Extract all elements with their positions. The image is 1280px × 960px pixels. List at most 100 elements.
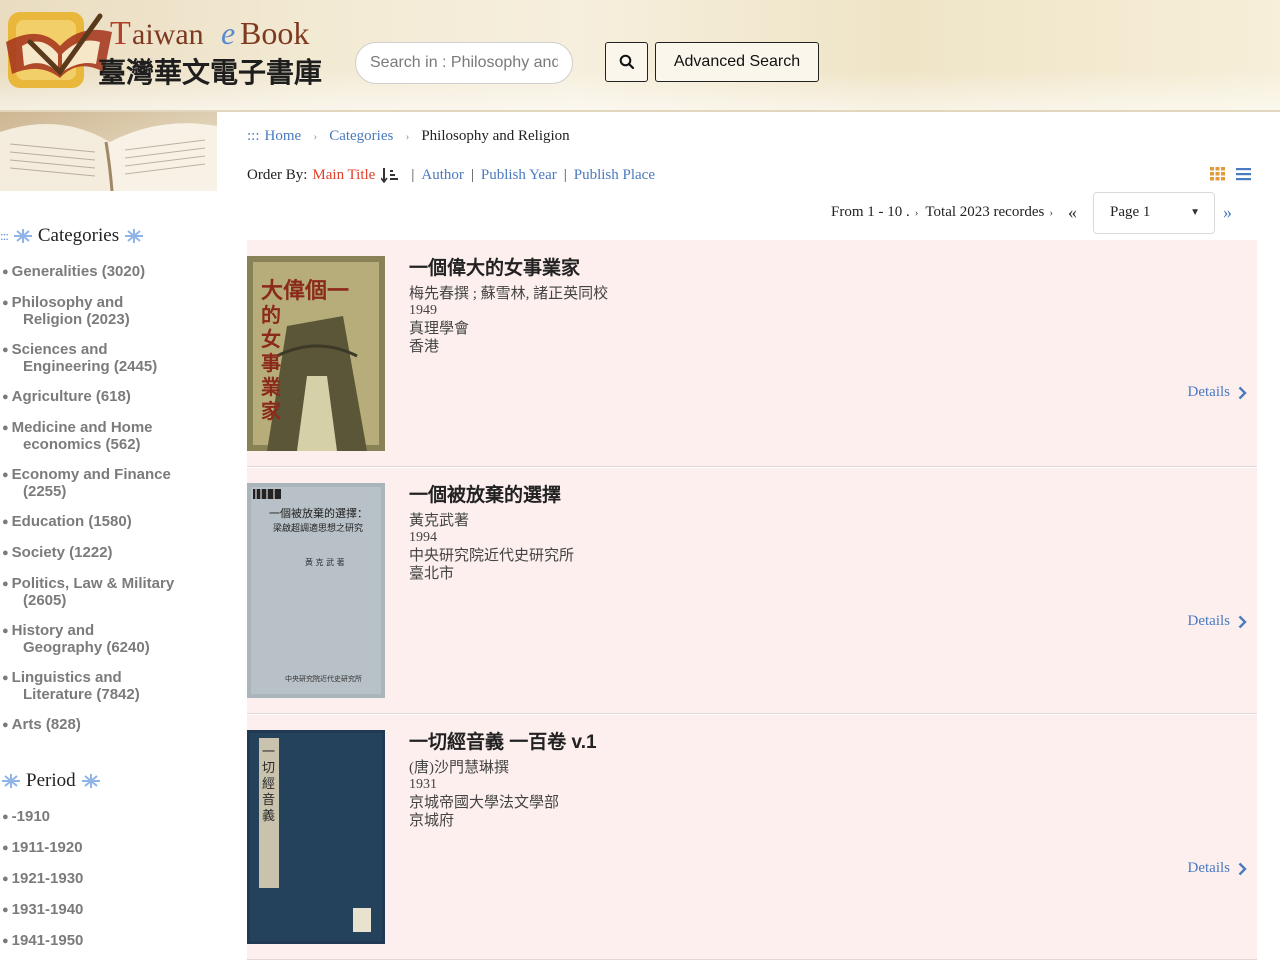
chevron-right-icon: › — [1049, 206, 1053, 219]
order-by-bar: Order By: Main Title | Author | Publish … — [247, 165, 655, 185]
category-item-philosophy-religion[interactable]: ● Philosophy and Religion (2023) — [2, 295, 202, 328]
result-year: 1931 — [409, 777, 437, 792]
svg-text:大偉個一: 大偉個一 — [261, 278, 349, 304]
book-cover-image[interactable]: 大偉個一 的女事 業家 — [247, 256, 385, 451]
category-item-linguistics-literature[interactable]: ● Linguistics and Literature (7842) — [2, 670, 202, 703]
category-item-politics-law-military[interactable]: ● Politics, Law & Military (2605) — [2, 576, 202, 609]
period-heading: Period — [0, 768, 102, 794]
result-title[interactable]: 一切經音義 一百卷 v.1 — [409, 727, 597, 754]
flourish-right-icon — [125, 229, 144, 243]
chevron-right-icon — [1238, 615, 1247, 628]
result-year: 1949 — [409, 303, 437, 318]
result-title[interactable]: 一個被放棄的選擇 — [409, 480, 561, 507]
order-by-label: Order By: — [247, 166, 308, 183]
sort-author[interactable]: Author — [421, 167, 464, 184]
svg-text:梁啟超調適思想之研究: 梁啟超調適思想之研究 — [273, 522, 363, 534]
result-author: (唐)沙門慧琳撰 — [409, 760, 509, 776]
details-label: Details — [1187, 860, 1231, 876]
svg-text:音: 音 — [262, 792, 275, 808]
result-author: 黃克武著 — [409, 513, 470, 529]
category-item-medicine-home-economics[interactable]: ● Medicine and Home economics (562) — [2, 420, 202, 453]
breadcrumb: ::: Home › Categories › Philosophy and R… — [247, 127, 570, 145]
site-header: T aiwan e Book 臺灣華文電子書庫 Advanced Search — [0, 0, 1280, 112]
range-text: From 1 - 10 . — [830, 204, 910, 220]
svg-text:aiwan: aiwan — [132, 18, 204, 51]
category-item-arts[interactable]: ● Arts (828) — [2, 717, 202, 734]
divider: | — [411, 166, 415, 183]
svg-text:義: 義 — [262, 808, 275, 824]
chevron-right-icon — [1238, 386, 1247, 399]
period-item[interactable]: ● 1941-1950 — [2, 933, 202, 950]
pagination: From 1 - 10 . › Total 2023 recordes › « … — [830, 191, 1232, 234]
period-item[interactable]: ● 1911-1920 — [2, 840, 202, 857]
result-item: 大偉個一 的女事 業家 一個偉大的女事業家 梅先春撰 ; 蘇雪林, 諸正英同校 … — [247, 240, 1257, 467]
result-publisher: 京城帝國大學法文學部 — [409, 795, 560, 811]
result-publisher: 真理學會 — [409, 321, 470, 337]
flourish-left-icon — [2, 774, 20, 788]
category-item-generalities[interactable]: ● Generalities (3020) — [2, 264, 202, 281]
period-item[interactable]: ● -1910 — [2, 809, 202, 826]
divider: | — [563, 166, 567, 183]
search-input[interactable] — [355, 42, 573, 84]
svg-text:中央研究院近代史研究所: 中央研究院近代史研究所 — [285, 674, 362, 683]
open-book-image — [0, 112, 217, 191]
svg-text:事: 事 — [261, 351, 281, 375]
breadcrumb-home[interactable]: Home — [265, 128, 302, 145]
details-link[interactable]: Details — [1188, 613, 1248, 630]
chevron-right-icon: › — [914, 206, 919, 219]
category-item-agriculture[interactable]: ● Agriculture (618) — [2, 389, 202, 406]
svg-text:切: 切 — [262, 761, 275, 776]
svg-text:經: 經 — [262, 777, 275, 792]
taiwan-ebook-logo[interactable]: T aiwan e Book 臺灣華文電子書庫 — [0, 2, 330, 96]
details-link[interactable]: Details — [1188, 384, 1248, 401]
result-place: 香港 — [409, 339, 440, 355]
flourish-right-icon — [81, 774, 100, 788]
period-item[interactable]: ● 1921-1930 — [2, 871, 202, 888]
book-cover-image[interactable]: 一個被放棄的選擇： 梁啟超調適思想之研究 黃 克 武 著 中央研究院近代史研究所 — [247, 483, 385, 698]
period-heading-text: Period — [26, 770, 76, 791]
dots-icon: ::: — [0, 228, 9, 243]
book-cover-image[interactable]: 一切經 音義 — [247, 730, 385, 944]
result-publisher: 中央研究院近代史研究所 — [409, 548, 575, 564]
chevron-right-icon: › — [313, 128, 318, 143]
svg-text:e: e — [221, 15, 235, 51]
svg-text:家: 家 — [261, 399, 282, 423]
sort-publish-year[interactable]: Publish Year — [481, 167, 557, 184]
total-text: Total 2023 recordes — [925, 204, 1045, 220]
result-title[interactable]: 一個偉大的女事業家 — [409, 253, 580, 280]
sort-main-title[interactable]: Main Title — [312, 167, 375, 184]
caret-down-icon: ▼ — [1190, 207, 1200, 218]
details-link[interactable]: Details — [1188, 860, 1248, 877]
categories-heading-text: Categories — [37, 225, 120, 246]
list-view-icon[interactable] — [1236, 167, 1251, 181]
page-select-value: Page 1 — [1110, 204, 1151, 220]
category-item-society[interactable]: ● Society (1222) — [2, 545, 202, 562]
result-author: 梅先春撰 ; 蘇雪林, 諸正英同校 — [409, 286, 609, 302]
first-page-icon[interactable]: « — [1068, 202, 1077, 223]
search-button[interactable] — [605, 42, 648, 82]
advanced-search-button[interactable]: Advanced Search — [655, 42, 819, 82]
category-item-history-geography[interactable]: ● History and Geography (6240) — [2, 623, 202, 656]
details-label: Details — [1187, 384, 1231, 400]
result-place: 臺北市 — [409, 566, 455, 582]
svg-text:的: 的 — [261, 303, 281, 327]
result-item: 一個被放棄的選擇： 梁啟超調適思想之研究 黃 克 武 著 中央研究院近代史研究所… — [247, 468, 1257, 714]
breadcrumb-categories[interactable]: Categories — [329, 128, 393, 145]
result-year: 1994 — [409, 530, 437, 545]
last-page-icon[interactable]: » — [1223, 202, 1232, 223]
categories-heading: ::: Categories — [0, 223, 145, 249]
sort-publish-place[interactable]: Publish Place — [574, 167, 655, 184]
category-item-economy-finance[interactable]: ● Economy and Finance (2255) — [2, 467, 202, 500]
page-select[interactable]: Page 1 ▼ — [1093, 191, 1215, 234]
details-label: Details — [1187, 613, 1231, 629]
result-item: 一切經 音義 一切經音義 一百卷 v.1 (唐)沙門慧琳撰 1931 京城帝國大… — [247, 715, 1257, 960]
grid-view-icon[interactable] — [1210, 167, 1225, 181]
svg-text:臺灣華文電子書庫: 臺灣華文電子書庫 — [98, 56, 322, 89]
category-item-education[interactable]: ● Education (1580) — [2, 514, 202, 531]
search-icon — [619, 54, 634, 70]
svg-text:一個被放棄的選擇：: 一個被放棄的選擇： — [269, 506, 368, 520]
divider: | — [470, 166, 474, 183]
category-item-sciences-engineering[interactable]: ● Sciences and Engineering (2445) — [2, 342, 202, 375]
sort-ascending-icon[interactable] — [381, 167, 399, 183]
period-item[interactable]: ● 1931-1940 — [2, 902, 202, 919]
